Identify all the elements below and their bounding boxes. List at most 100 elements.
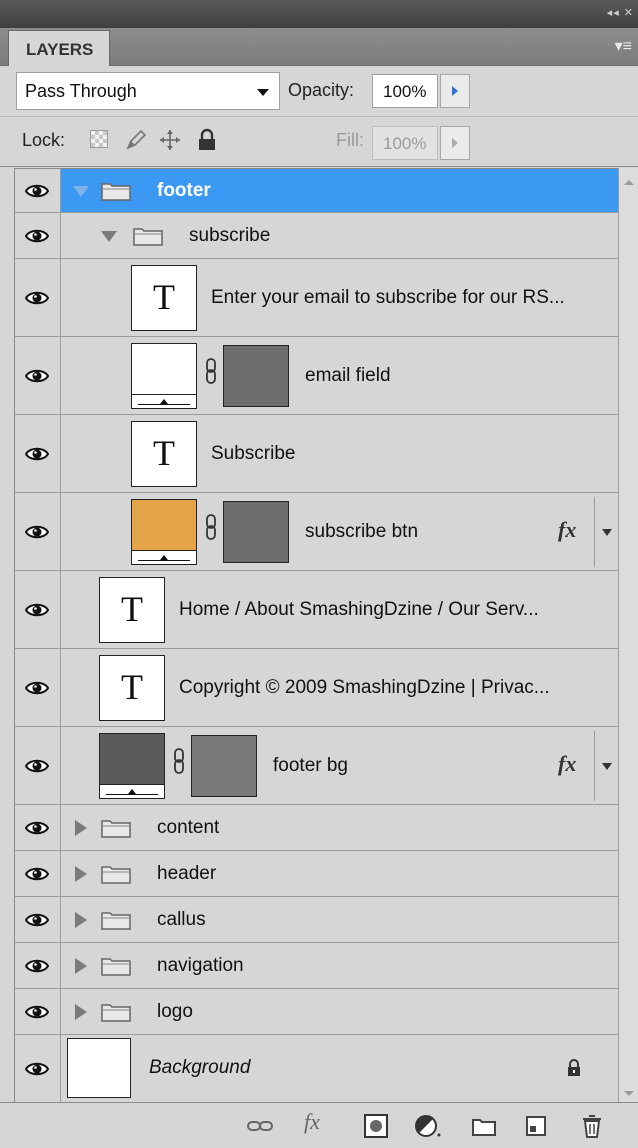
link-layers-icon[interactable] [246,1113,274,1139]
disclosure-open-icon[interactable] [73,186,89,197]
disclosure-closed-icon[interactable] [75,820,87,836]
lock-image-pixels-icon[interactable] [124,128,148,152]
eye-icon[interactable] [25,957,49,975]
eye-icon[interactable] [25,227,49,245]
layer-content[interactable]: T Copyright © 2009 SmashingDzine | Privac… [91,649,618,726]
adjustment-layer-icon[interactable] [414,1113,442,1139]
layer-content[interactable]: Background [61,1035,618,1102]
eye-icon[interactable] [25,1003,49,1021]
visibility-toggle[interactable] [15,213,61,258]
layer-content[interactable]: navigation [61,943,618,988]
layer-row-text-layer[interactable]: T Copyright © 2009 SmashingDzine | Privac… [15,649,618,727]
disclosure-closed-icon[interactable] [75,958,87,974]
visibility-toggle[interactable] [15,415,61,492]
link-icon[interactable] [205,358,217,384]
eye-icon[interactable] [25,289,49,307]
eye-icon[interactable] [25,523,49,541]
text-layer-thumbnail[interactable]: T [131,265,197,331]
eye-icon[interactable] [25,911,49,929]
layer-content[interactable]: content [61,805,618,850]
layer-content[interactable]: callus [61,897,618,942]
blend-mode-select[interactable]: Pass Through [16,72,280,110]
new-group-icon[interactable] [470,1113,498,1139]
scroll-down-icon[interactable] [624,1091,634,1096]
layer-row-shape-layer[interactable]: footer bg fx [15,727,618,805]
layer-content[interactable]: subscribe [61,213,618,258]
visibility-toggle[interactable] [15,571,61,648]
scroll-up-icon[interactable] [624,180,634,185]
disclosure-closed-icon[interactable] [75,1004,87,1020]
visibility-toggle[interactable] [15,259,61,336]
text-layer-thumbnail[interactable]: T [131,421,197,487]
layer-mask-thumbnail[interactable] [223,345,289,407]
fx-icon[interactable]: fx [304,1109,332,1135]
layer-content[interactable]: subscribe btn fx [123,493,618,570]
disclosure-open-icon[interactable] [101,231,117,242]
layer-content[interactable]: T Subscribe [123,415,618,492]
visibility-toggle[interactable] [15,1035,61,1102]
opacity-input[interactable]: 100% [372,74,438,108]
opacity-slider-button[interactable] [440,74,470,108]
layer-row-group-layer[interactable]: logo [15,989,618,1035]
add-mask-icon[interactable] [362,1113,390,1139]
layer-content[interactable]: header [61,851,618,896]
fill-input[interactable]: 100% [372,126,438,160]
eye-icon[interactable] [25,819,49,837]
fx-icon[interactable]: fx [558,517,576,543]
new-layer-icon[interactable] [522,1113,550,1139]
panel-collapse-controls[interactable]: ◂◂ ✕ [607,6,634,19]
fx-expand-icon[interactable] [602,529,612,536]
layer-content[interactable]: logo [61,989,618,1034]
layer-content[interactable]: footer [61,169,618,212]
layer-mask-thumbnail[interactable] [191,735,257,797]
text-layer-thumbnail[interactable]: T [99,577,165,643]
visibility-toggle[interactable] [15,337,61,414]
link-icon[interactable] [173,748,185,774]
layer-row-group-layer[interactable]: navigation [15,943,618,989]
layer-row-background-layer[interactable]: Background [15,1035,618,1103]
layer-row-text-layer[interactable]: T Subscribe [15,415,618,493]
layer-fill-thumbnail[interactable] [131,499,197,565]
layer-row-footer-group[interactable]: footer [15,169,618,213]
layer-row-subscribe-group[interactable]: subscribe [15,213,618,259]
disclosure-closed-icon[interactable] [75,912,87,928]
visibility-toggle[interactable] [15,805,61,850]
eye-icon[interactable] [25,757,49,775]
layer-mask-thumbnail[interactable] [223,501,289,563]
layer-row-text-layer[interactable]: T Enter your email to subscribe for our R… [15,259,618,337]
layer-row-group-layer[interactable]: content [15,805,618,851]
layer-content[interactable]: T Home / About SmashingDzine / Our Serv..… [91,571,618,648]
lock-transparent-pixels-icon[interactable] [90,130,108,148]
visibility-toggle[interactable] [15,169,61,212]
layer-fill-thumbnail[interactable] [131,343,197,409]
lock-position-icon[interactable] [158,128,182,152]
link-icon[interactable] [205,514,217,540]
layer-content[interactable]: email field [123,337,618,414]
eye-icon[interactable] [25,367,49,385]
layer-fill-thumbnail[interactable] [99,733,165,799]
visibility-toggle[interactable] [15,493,61,570]
trash-icon[interactable] [578,1113,606,1139]
visibility-toggle[interactable] [15,943,61,988]
eye-icon[interactable] [25,679,49,697]
layer-row-shape-layer[interactable]: subscribe btn fx [15,493,618,571]
background-thumbnail[interactable] [67,1038,131,1098]
visibility-toggle[interactable] [15,727,61,804]
layer-content[interactable]: footer bg fx [91,727,618,804]
eye-icon[interactable] [25,865,49,883]
fx-expand-icon[interactable] [602,763,612,770]
layers-scrollbar[interactable] [618,168,638,1102]
disclosure-closed-icon[interactable] [75,866,87,882]
eye-icon[interactable] [25,182,49,200]
layer-row-text-layer[interactable]: T Home / About SmashingDzine / Our Serv..… [15,571,618,649]
layer-row-group-layer[interactable]: callus [15,897,618,943]
visibility-toggle[interactable] [15,851,61,896]
visibility-toggle[interactable] [15,649,61,726]
fx-icon[interactable]: fx [558,751,576,777]
lock-all-icon[interactable] [196,128,218,152]
eye-icon[interactable] [25,1060,49,1078]
layer-row-shape-layer[interactable]: email field [15,337,618,415]
eye-icon[interactable] [25,445,49,463]
tab-layers[interactable]: LAYERS [8,30,110,66]
visibility-toggle[interactable] [15,897,61,942]
